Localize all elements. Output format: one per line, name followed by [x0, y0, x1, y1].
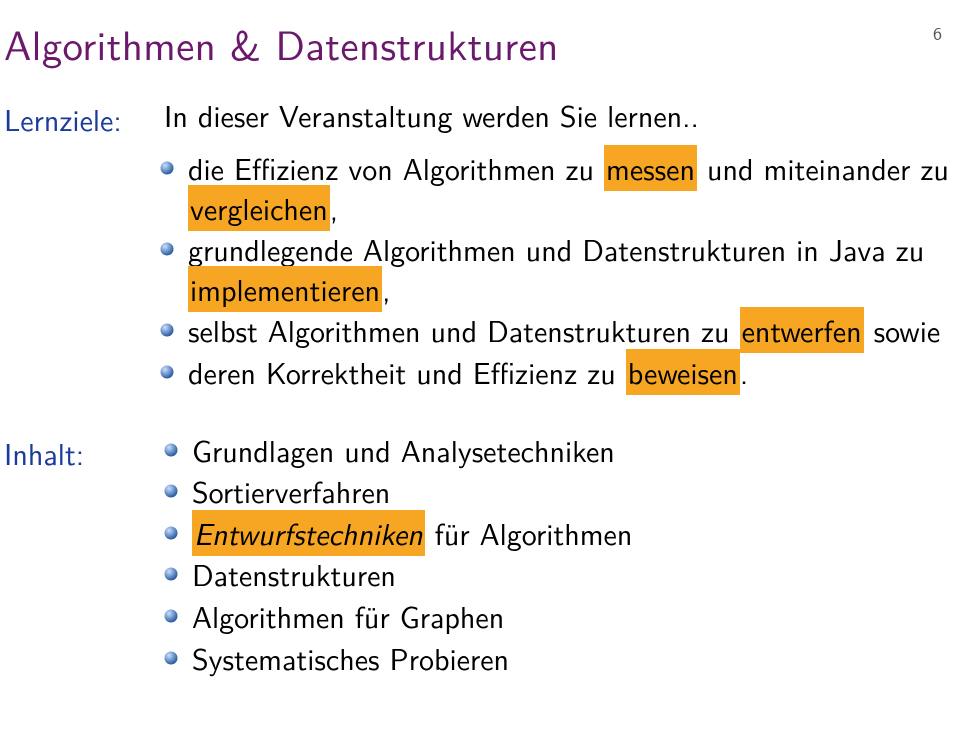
bullet-icon	[164, 609, 178, 623]
text-frag: die Effizienz von Algorithmen zu	[188, 146, 604, 190]
list-item: die Effizienz von Algorithmen zu messen …	[160, 149, 960, 228]
text-frag: deren Korrektheit und Effizienz zu	[188, 350, 626, 394]
item-text: Sortierverfahren	[192, 472, 632, 512]
bullet-icon	[164, 651, 178, 665]
text-frag: .	[740, 350, 748, 394]
bullet-icon	[160, 161, 174, 175]
highlight: entwerfen	[740, 307, 864, 353]
highlight: messen	[604, 145, 697, 191]
item-text: Entwurfstechniken für Algorithmen	[192, 514, 632, 554]
page-number: 6	[933, 19, 942, 46]
inhalt-label: Inhalt:	[4, 431, 156, 475]
list-item: Sortierverfahren	[164, 472, 632, 512]
page-title: Algorithmen & Datenstrukturen	[4, 13, 960, 73]
list-item: deren Korrektheit und Effizienz zu bewei…	[160, 353, 960, 393]
item-text: deren Korrektheit und Effizienz zu bewei…	[188, 353, 960, 393]
item-text: die Effizienz von Algorithmen zu messen …	[188, 149, 960, 228]
lernziele-label: Lernziele:	[4, 97, 156, 141]
inhalt-row: Inhalt: Grundlagen und Analysetechniken …	[0, 395, 960, 681]
lernziele-intro: In dieser Veranstaltung werden Sie lerne…	[156, 97, 699, 135]
item-text: Datenstrukturen	[192, 555, 632, 595]
bullet-icon	[160, 242, 174, 256]
bullet-icon	[164, 484, 178, 498]
highlight: vergleichen	[188, 185, 330, 231]
text-frag: grundlegende Algorithmen und Datenstrukt…	[188, 227, 924, 271]
text-frag: ,	[382, 267, 390, 311]
bullet-icon	[160, 323, 174, 337]
slide: 6 Algorithmen & Datenstrukturen Lernziel…	[0, 13, 960, 680]
text-frag: für Algorithmen	[425, 511, 633, 555]
item-text: grundlegende Algorithmen und Datenstrukt…	[188, 230, 960, 309]
list-item: Grundlagen und Analysetechniken	[164, 431, 632, 471]
bullet-icon	[160, 365, 174, 379]
item-text: Systematisches Probieren	[192, 639, 632, 679]
list-item: Entwurfstechniken für Algorithmen	[164, 514, 632, 554]
highlight: Entwurfstechniken	[192, 510, 425, 556]
list-item: Systematisches Probieren	[164, 639, 632, 679]
list-item: selbst Algorithmen und Datenstrukturen z…	[160, 311, 960, 351]
text-frag: und miteinander zu	[697, 146, 949, 190]
lernziele-row: Lernziele: In dieser Veranstaltung werde…	[0, 97, 960, 141]
text-frag: selbst Algorithmen und Datenstrukturen z…	[188, 308, 740, 352]
list-item: Datenstrukturen	[164, 555, 632, 595]
highlight: implementieren	[188, 266, 382, 312]
bullet-icon	[164, 443, 178, 457]
list-item: Algorithmen für Graphen	[164, 597, 632, 637]
bullet-icon	[164, 567, 178, 581]
item-text: Algorithmen für Graphen	[192, 597, 632, 637]
lernziele-list: die Effizienz von Algorithmen zu messen …	[0, 149, 960, 393]
item-text: selbst Algorithmen und Datenstrukturen z…	[188, 311, 960, 351]
text-frag: sowie	[864, 308, 941, 352]
bullet-icon	[164, 526, 178, 540]
text-frag: ,	[330, 186, 338, 230]
inhalt-list: Grundlagen und Analysetechniken Sortierv…	[156, 431, 632, 681]
highlight: beweisen	[626, 349, 740, 395]
list-item: grundlegende Algorithmen und Datenstrukt…	[160, 230, 960, 309]
item-text: Grundlagen und Analysetechniken	[192, 431, 632, 471]
